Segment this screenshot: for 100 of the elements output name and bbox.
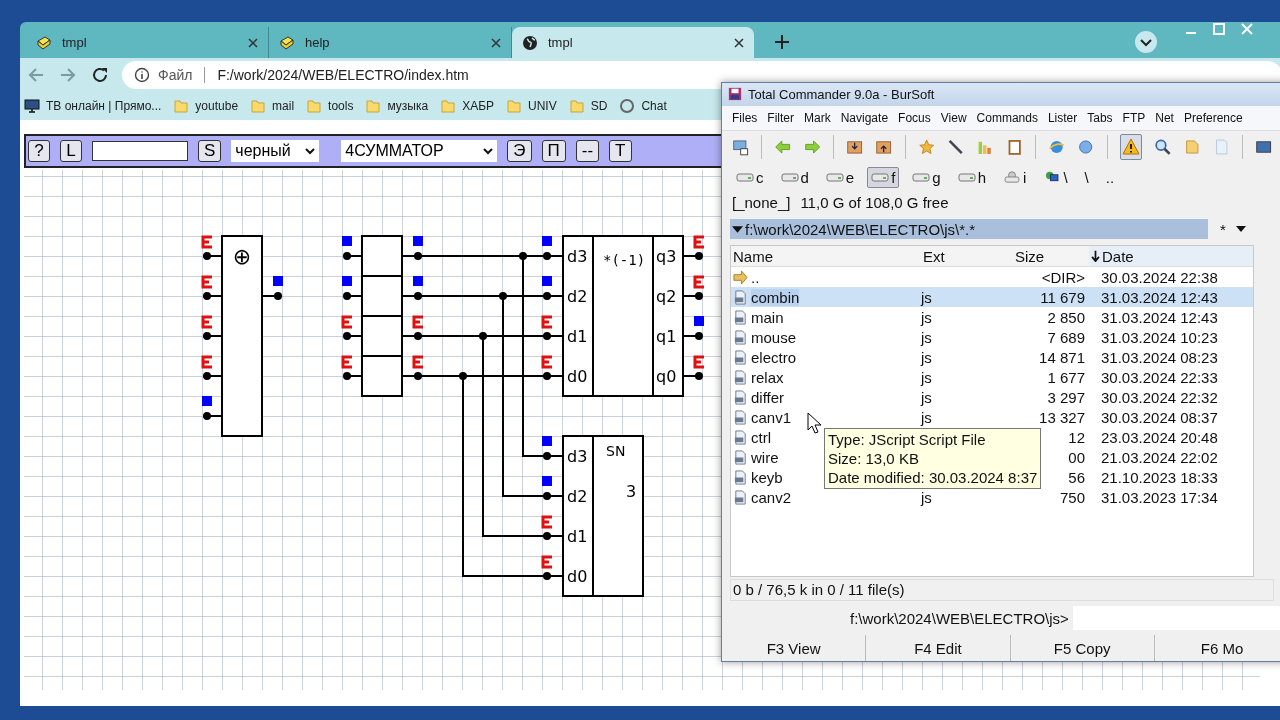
- tool-button[interactable]: Э: [507, 140, 532, 162]
- bookmark[interactable]: ТВ онлайн | Прямо...: [24, 98, 162, 114]
- menu-item[interactable]: View: [940, 111, 967, 125]
- pin[interactable]: [203, 252, 223, 260]
- close-icon[interactable]: [734, 37, 744, 48]
- tool-button[interactable]: ?: [28, 140, 50, 162]
- file-name[interactable]: keyb: [751, 468, 783, 486]
- bookmark[interactable]: музыка: [365, 98, 429, 114]
- close-icon[interactable]: [491, 37, 501, 48]
- drive-button[interactable]: \: [1080, 166, 1093, 188]
- arrow-right-icon[interactable]: [803, 137, 821, 157]
- reload-icon[interactable]: [90, 65, 110, 85]
- drive-button[interactable]: h: [953, 166, 991, 188]
- address-bar[interactable]: Файл F:/work/2024/WEB/ELECTRO/index.htm: [122, 61, 1280, 89]
- wire[interactable]: [401, 332, 564, 540]
- current-path[interactable]: f:\work\2024\WEB\ELECTRO\js\*.*: [730, 219, 1208, 239]
- info-icon[interactable]: [134, 67, 150, 83]
- bookmark[interactable]: UNIV: [506, 98, 557, 114]
- computer-icon[interactable]: [732, 137, 750, 157]
- file-name[interactable]: combin: [751, 288, 800, 306]
- bookmark[interactable]: youtube: [173, 98, 239, 114]
- drive-button[interactable]: f: [867, 166, 900, 188]
- menu-item[interactable]: FTP: [1122, 111, 1146, 125]
- menu-item[interactable]: Lister: [1047, 111, 1078, 125]
- warning-button[interactable]: [1119, 134, 1143, 160]
- menu-item[interactable]: Navigate: [840, 111, 889, 125]
- dropdown-select[interactable]: черный: [231, 140, 320, 162]
- tool-button[interactable]: L: [60, 140, 82, 162]
- pin[interactable]: [203, 412, 223, 420]
- drive-button[interactable]: d: [776, 166, 813, 188]
- bookmark[interactable]: ХАБР: [440, 98, 495, 114]
- tool-button[interactable]: --: [575, 140, 600, 162]
- wire[interactable]: [401, 292, 564, 500]
- wire[interactable]: [401, 252, 564, 460]
- menu-item[interactable]: Focus: [898, 111, 931, 125]
- file-name[interactable]: canv2: [751, 488, 792, 506]
- browser-tab[interactable]: tmpl: [512, 27, 754, 58]
- drive-button[interactable]: e: [821, 166, 859, 188]
- menu-item[interactable]: Preference: [1183, 111, 1243, 125]
- tab-search-icon[interactable]: [1134, 30, 1158, 54]
- drive-button[interactable]: \: [1039, 166, 1072, 188]
- column-header[interactable]: Size: [1013, 247, 1089, 265]
- negator-block[interactable]: [562, 235, 684, 397]
- bookmark[interactable]: mail: [250, 98, 295, 114]
- pin[interactable]: [343, 252, 363, 260]
- pin[interactable]: [682, 372, 703, 380]
- function-key-button[interactable]: F6 Mo: [1154, 635, 1280, 661]
- wire[interactable]: [401, 372, 564, 580]
- globe-icon[interactable]: [1077, 137, 1095, 157]
- file-name[interactable]: electro: [751, 348, 797, 366]
- bookmark[interactable]: SD: [568, 98, 608, 114]
- pin[interactable]: [203, 292, 223, 300]
- file-name[interactable]: ..: [751, 268, 760, 286]
- drive-button[interactable]: g: [908, 166, 945, 188]
- column-header[interactable]: Ext: [921, 247, 1013, 265]
- bookmark[interactable]: tools: [306, 98, 354, 114]
- pin[interactable]: [203, 332, 223, 340]
- drive-button[interactable]: i: [999, 166, 1031, 188]
- close-icon[interactable]: [248, 37, 258, 48]
- file-name[interactable]: wire: [751, 448, 779, 466]
- caret-icon[interactable]: [1235, 225, 1246, 233]
- pin[interactable]: [343, 292, 363, 300]
- pin[interactable]: [682, 332, 703, 340]
- pin[interactable]: [682, 292, 703, 300]
- function-key-button[interactable]: F4 Edit: [866, 635, 1011, 661]
- menu-item[interactable]: Tabs: [1087, 111, 1113, 125]
- pin[interactable]: [261, 292, 282, 300]
- file-name[interactable]: relax: [751, 368, 784, 386]
- filter-text[interactable]: *: [1220, 220, 1226, 238]
- register-block[interactable]: [361, 235, 403, 397]
- pin[interactable]: [203, 372, 223, 380]
- bookmark[interactable]: Chat: [619, 98, 667, 114]
- search-icon[interactable]: [1154, 137, 1172, 157]
- column-header[interactable]: Date: [1089, 246, 1253, 266]
- pin[interactable]: [343, 332, 363, 340]
- file-name[interactable]: canv1: [751, 408, 792, 426]
- column-header[interactable]: Name: [731, 247, 921, 265]
- pin[interactable]: [682, 252, 703, 260]
- pen-icon[interactable]: [946, 137, 965, 157]
- new-tab-icon[interactable]: [772, 32, 792, 52]
- file-name[interactable]: mouse: [751, 328, 797, 346]
- tool-button[interactable]: П: [541, 140, 566, 162]
- dropdown-select[interactable]: 4СУММАТОР: [341, 140, 498, 162]
- function-key-button[interactable]: F5 Copy: [1010, 635, 1155, 661]
- star-icon[interactable]: [917, 137, 935, 157]
- text-input[interactable]: [92, 141, 188, 161]
- menu-item[interactable]: Files: [732, 111, 758, 125]
- menu-item[interactable]: Filter: [767, 111, 794, 125]
- drive-button[interactable]: c: [732, 166, 768, 188]
- pin[interactable]: [343, 372, 363, 380]
- tool-button[interactable]: Т: [609, 140, 632, 162]
- sn-block[interactable]: [562, 435, 644, 597]
- xor-block[interactable]: [221, 235, 263, 437]
- file-name[interactable]: main: [751, 308, 784, 326]
- file-name[interactable]: ctrl: [751, 428, 771, 446]
- drive-button[interactable]: ..: [1101, 166, 1119, 188]
- menu-item[interactable]: Commands: [976, 111, 1038, 125]
- menu-item[interactable]: Mark: [804, 111, 831, 125]
- tool-button[interactable]: S: [198, 140, 222, 162]
- function-key-button[interactable]: F3 View: [722, 635, 867, 661]
